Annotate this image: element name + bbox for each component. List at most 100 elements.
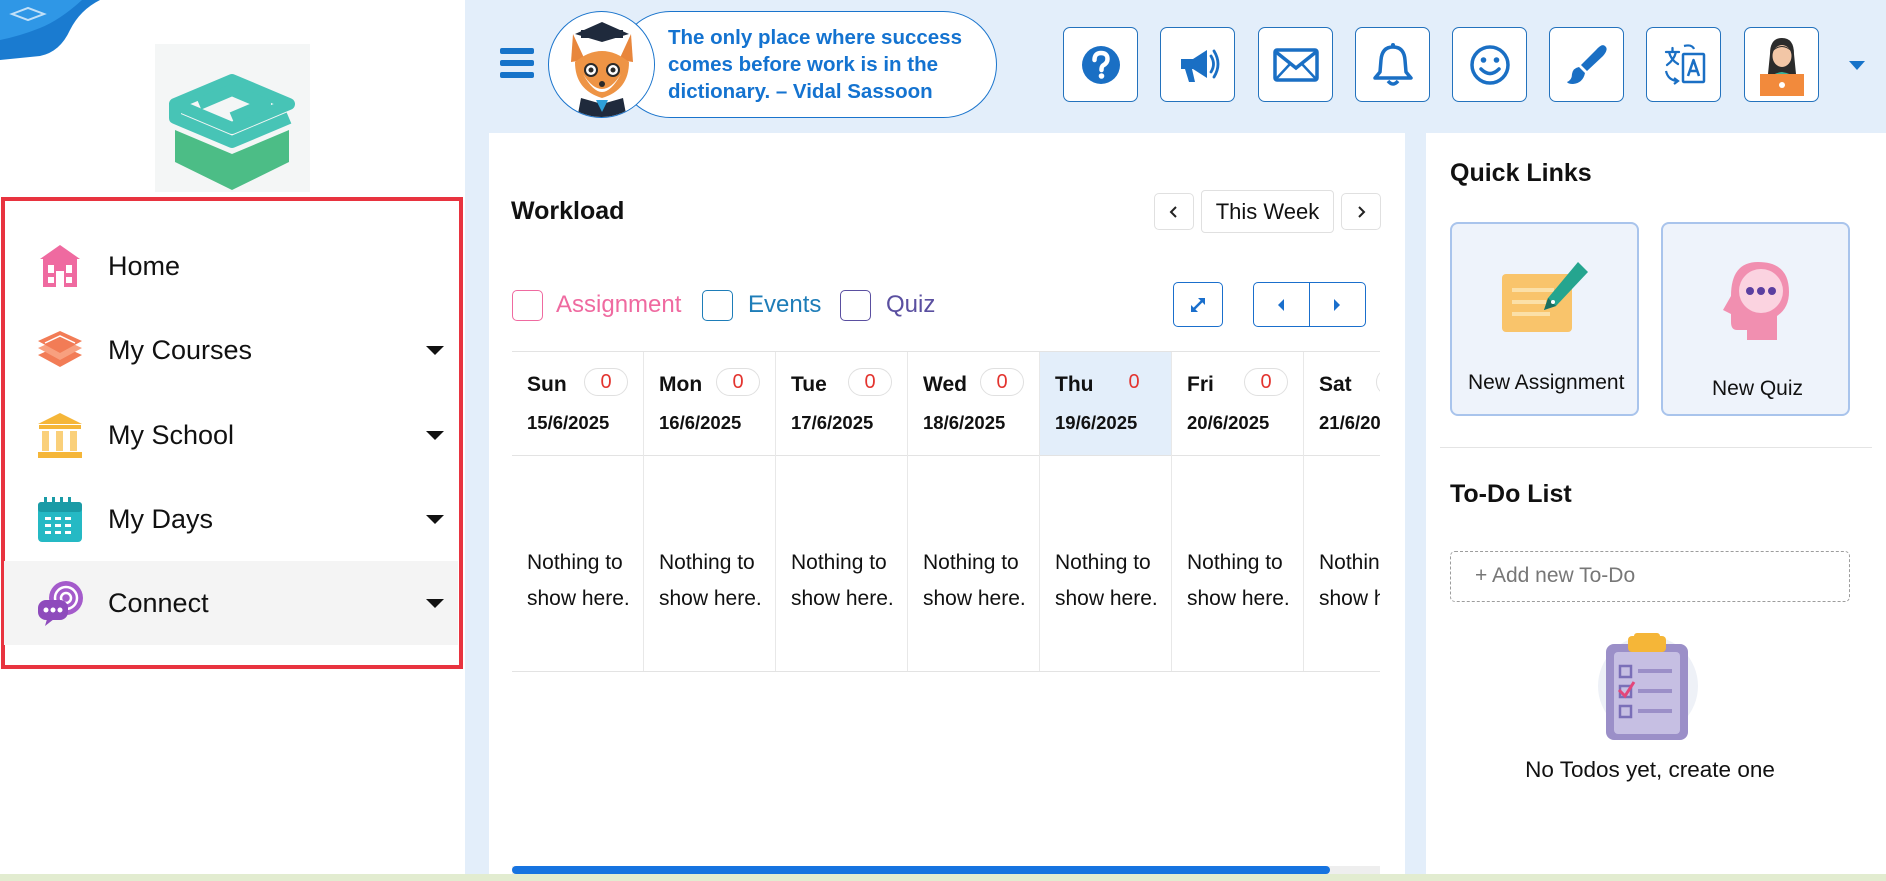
feedback-button[interactable]: [1452, 27, 1527, 102]
day-date: 19/6/2025: [1055, 412, 1138, 433]
day-column: Fri 0 20/6/2025 Nothing to show here.: [1172, 352, 1304, 671]
day-date: 17/6/2025: [791, 412, 874, 433]
quiz-filter-checkbox[interactable]: [840, 290, 871, 321]
calendar-icon: [34, 493, 86, 545]
school-icon: [34, 409, 86, 461]
empty-text: Nothing to show here.: [659, 551, 762, 610]
sidebar-item-label: Connect: [108, 587, 209, 618]
caret-right-icon: [1334, 298, 1341, 311]
hamburger-line: [500, 48, 534, 54]
new-assignment-label: New Assignment: [1468, 371, 1625, 394]
help-button[interactable]: [1063, 27, 1138, 102]
help-icon: [1081, 45, 1120, 84]
day-empty-message: Nothing to show here.: [791, 545, 916, 617]
empty-text: Nothing to show here.: [923, 551, 1026, 610]
sidebar-item-home[interactable]: Home: [4, 224, 458, 308]
day-date: 16/6/2025: [659, 412, 742, 433]
day-date: 18/6/2025: [923, 412, 1006, 433]
day-empty-message: Nothing to show here.: [923, 545, 1048, 617]
fox-mascot-icon: [548, 11, 655, 118]
hamburger-line: [500, 60, 534, 66]
day-name: Sun: [527, 373, 567, 396]
day-name: Sat: [1319, 373, 1352, 396]
empty-text: Nothing to show here.: [1055, 551, 1158, 610]
day-date: 15/6/2025: [527, 412, 610, 433]
day-header: Tue 0 17/6/2025: [776, 352, 907, 456]
corner-badge-icon: [0, 0, 100, 60]
menu-toggle-button[interactable]: [500, 48, 534, 78]
add-todo-input[interactable]: + Add new To-Do: [1450, 551, 1850, 602]
paintbrush-icon: [1566, 44, 1607, 84]
workload-calendar: Sun 0 15/6/2025 Nothing to show here. Mo…: [512, 351, 1380, 672]
empty-text: Nothing to show here.: [527, 551, 630, 610]
events-filter-checkbox[interactable]: [702, 290, 733, 321]
day-column: Tue 0 17/6/2025 Nothing to show here.: [776, 352, 908, 671]
workload-title: Workload: [511, 197, 625, 225]
sidebar-item-label: My Courses: [108, 334, 253, 365]
day-name: Wed: [923, 373, 967, 396]
logo-icon: [169, 74, 295, 190]
scroll-left-button[interactable]: [1254, 283, 1310, 326]
chevron-down-icon: [426, 598, 444, 608]
day-empty-message: Nothing to show here.: [1055, 545, 1180, 617]
translate-icon: [1664, 43, 1705, 85]
daily-quote: The only place where success comes befor…: [668, 26, 962, 103]
sidebar-item-label: Home: [108, 250, 181, 281]
section-divider: [1440, 447, 1872, 448]
week-selector[interactable]: This Week: [1201, 190, 1334, 233]
new-quiz-label: New Quiz: [1712, 377, 1804, 400]
horizontal-scrollbar-thumb[interactable]: [512, 866, 1330, 874]
profile-dropdown-caret-icon[interactable]: [1849, 61, 1865, 70]
day-count-badge: 0: [1376, 368, 1380, 396]
day-header: Fri 0 20/6/2025: [1172, 352, 1303, 456]
day-name: Fri: [1187, 373, 1214, 396]
day-header: Thu 0 19/6/2025: [1040, 352, 1171, 456]
day-name: Thu: [1055, 373, 1094, 396]
day-column-today: Thu 0 19/6/2025 Nothing to show here.: [1040, 352, 1172, 671]
bottom-strip: [0, 874, 1886, 881]
next-week-button[interactable]: [1341, 193, 1381, 230]
sidebar-item-my-courses[interactable]: My Courses: [4, 308, 458, 392]
theme-button[interactable]: [1549, 27, 1624, 102]
todo-empty-message: No Todos yet, create one: [1525, 757, 1775, 782]
chevron-down-icon: [426, 345, 444, 355]
sidebar-item-my-school[interactable]: My School: [4, 393, 458, 477]
scroll-pager: [1253, 282, 1366, 327]
caret-left-icon: [1278, 298, 1285, 311]
scroll-right-button[interactable]: [1310, 283, 1366, 326]
day-column: Wed 0 18/6/2025 Nothing to show here.: [908, 352, 1040, 671]
sidebar-item-connect[interactable]: Connect: [4, 561, 458, 645]
sidebar-item-my-days[interactable]: My Days: [4, 477, 458, 561]
empty-text: Nothing to show here.: [1187, 551, 1290, 610]
empty-text: Nothing to show here.: [791, 551, 894, 610]
todo-title: To-Do List: [1450, 480, 1572, 508]
events-filter-label: Events: [748, 291, 822, 318]
day-date: 20/6/2025: [1187, 412, 1270, 433]
language-button[interactable]: [1646, 27, 1721, 102]
quiz-filter-label: Quiz: [886, 291, 936, 318]
day-header: Wed 0 18/6/2025: [908, 352, 1039, 456]
announcements-button[interactable]: [1160, 27, 1235, 102]
empty-text: Nothing to show here.: [1319, 551, 1380, 610]
day-count-badge: 0: [584, 368, 628, 396]
sidebar-item-label: My School: [108, 419, 235, 450]
day-empty-message: Nothing to show here.: [527, 545, 652, 617]
new-assignment-button[interactable]: New Assignment: [1450, 222, 1639, 416]
day-empty-message: Nothing to show here.: [1187, 545, 1312, 617]
quick-links-title: Quick Links: [1450, 159, 1592, 187]
sidebar: Home My Courses My School My Days Connec…: [0, 0, 465, 881]
assignment-filter-checkbox[interactable]: [512, 290, 543, 321]
profile-button[interactable]: [1744, 27, 1819, 102]
day-header: Mon 0 16/6/2025: [644, 352, 775, 456]
home-icon: [34, 240, 86, 292]
school-logo: [155, 44, 310, 192]
day-count-badge: 0: [848, 368, 892, 396]
sidebar-item-label: My Days: [108, 503, 214, 534]
chevron-right-icon: [1358, 205, 1366, 218]
previous-week-button[interactable]: [1154, 193, 1194, 230]
notifications-button[interactable]: [1355, 27, 1430, 102]
messages-button[interactable]: [1258, 27, 1333, 102]
megaphone-icon: [1180, 49, 1219, 82]
expand-button[interactable]: [1173, 282, 1223, 327]
new-quiz-button[interactable]: New Quiz: [1661, 222, 1850, 416]
